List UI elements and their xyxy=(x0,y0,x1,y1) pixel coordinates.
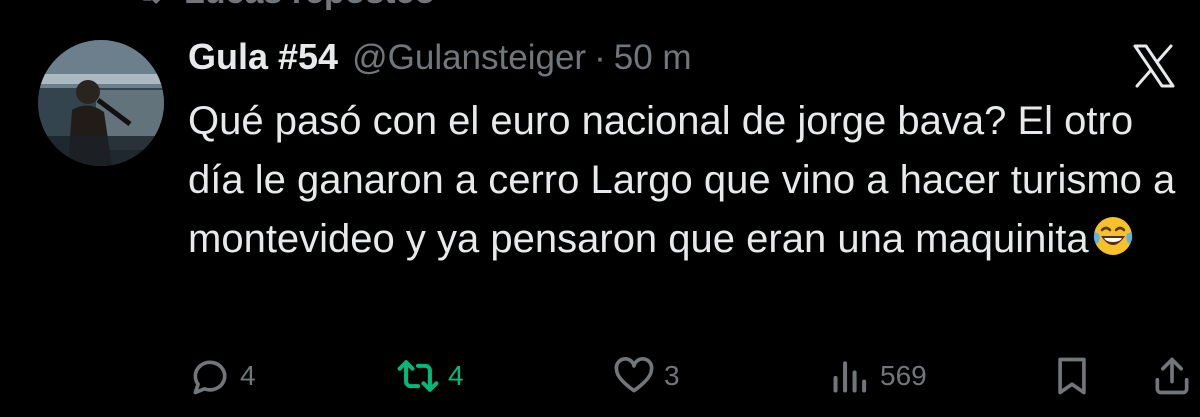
avatar-photo xyxy=(38,40,164,166)
share-button[interactable] xyxy=(1150,348,1194,404)
like-button[interactable]: 3 xyxy=(612,348,680,404)
repost-icon xyxy=(142,0,161,4)
share-icon xyxy=(1155,357,1189,395)
tweet-time[interactable]: 50 m xyxy=(614,38,692,78)
bookmark-button[interactable] xyxy=(1050,348,1094,404)
repost-count: 4 xyxy=(448,360,464,391)
heart-icon xyxy=(614,357,654,393)
reply-button[interactable]: 4 xyxy=(188,348,256,404)
avatar[interactable] xyxy=(38,40,164,166)
reply-icon xyxy=(193,360,227,395)
author-handle[interactable]: @Gulansteiger xyxy=(352,38,586,78)
laughing-with-tears-emoji-icon xyxy=(1093,217,1132,255)
tweet-header: Gula #54 @Gulansteiger · 50 m xyxy=(188,36,692,84)
views-button[interactable]: 569 xyxy=(828,348,927,404)
author-name[interactable]: Gula #54 xyxy=(188,36,338,78)
tweet-text-content: Qué pasó con el euro nacional de jorge b… xyxy=(188,99,1176,261)
reply-count: 4 xyxy=(240,360,256,391)
tweet-actions: 4 4 3 569 xyxy=(0,348,1200,404)
repost-banner-label[interactable]: Lucas reposteó xyxy=(184,0,435,12)
bookmark-icon xyxy=(1058,357,1086,395)
repost-icon xyxy=(397,360,439,392)
x-logo-icon xyxy=(1133,44,1175,88)
views-bar-chart-icon xyxy=(833,361,867,393)
tweet-text: Qué pasó con el euro nacional de jorge b… xyxy=(188,92,1188,269)
repost-banner: Lucas reposteó xyxy=(132,0,435,12)
like-count: 3 xyxy=(664,360,680,391)
repost-button[interactable]: 4 xyxy=(396,348,464,404)
views-count: 569 xyxy=(880,360,927,391)
header-separator: · xyxy=(594,38,606,77)
